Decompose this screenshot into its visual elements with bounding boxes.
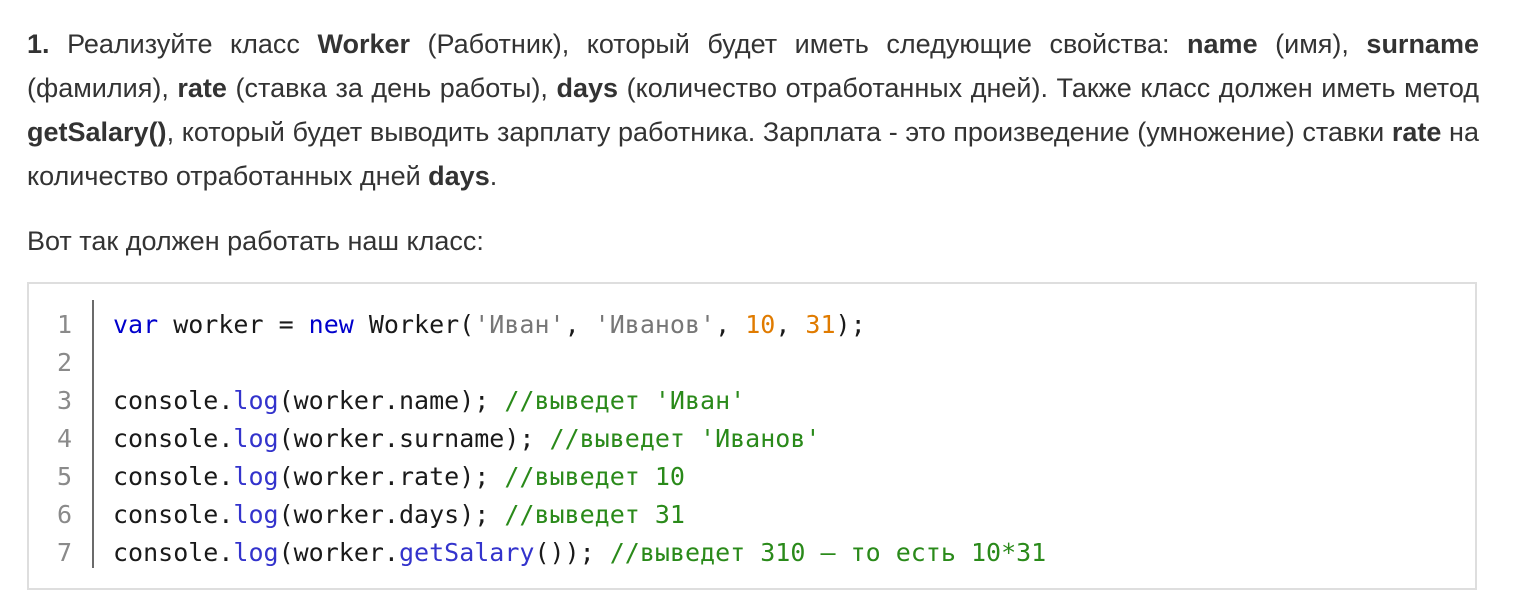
property-days: days — [556, 73, 619, 103]
code-token-pl: Worker( — [353, 310, 475, 339]
code-text: console.log(worker.getSalary()); //вывед… — [92, 534, 1046, 572]
code-token-pl: (worker.name); — [278, 386, 505, 415]
property-surname: surname — [1366, 29, 1479, 59]
code-token-pl: console. — [113, 500, 234, 529]
code-line: 7 console.log(worker.getSalary()); //выве… — [29, 534, 1046, 572]
code-token-fn: getSalary — [399, 538, 535, 567]
code-token-pl: (worker.days); — [278, 500, 505, 529]
property-days-2: days — [428, 161, 490, 191]
code-token-pl: ()); — [534, 538, 610, 567]
code-line: 6 console.log(worker.days); //выведет 31 — [29, 496, 1046, 534]
code-token-str: 'Иван' — [474, 310, 565, 339]
task-text-2: (Работник), который будет иметь следующи… — [410, 29, 1188, 59]
code-token-pl: worker = — [158, 310, 309, 339]
code-text: var worker = new Worker('Иван', 'Иванов'… — [92, 306, 866, 344]
code-lines: 1 var worker = new Worker('Иван', 'Иванов… — [29, 306, 1046, 572]
task-paragraph: 1. Реализуйте класс Worker (Работник), к… — [27, 22, 1479, 198]
code-token-pl: console. — [113, 462, 234, 491]
task-text-6: (количество отработанных дней). Также кл… — [618, 73, 1479, 103]
code-text: console.log(worker.surname); //выведет '… — [92, 420, 820, 458]
property-rate-2: rate — [1391, 117, 1442, 147]
task-text-1: Реализуйте класс — [49, 29, 318, 59]
task-text-5: (ставка за день работы), — [226, 73, 557, 103]
line-number: 5 — [56, 462, 72, 491]
code-text: console.log(worker.name); //выведет 'Ива… — [92, 382, 745, 420]
class-name-worker: Worker — [317, 29, 411, 59]
code-token-pl: ); — [835, 310, 866, 339]
line-number: 3 — [56, 386, 72, 415]
code-line: 4 console.log(worker.surname); //выведет … — [29, 420, 1046, 458]
task-text-9: . — [489, 161, 498, 191]
code-token-pl: (worker. — [278, 538, 399, 567]
code-token-pl: , — [564, 310, 595, 339]
code-token-str: 'Иванов' — [594, 310, 716, 339]
code-token-kw: new — [308, 310, 354, 339]
code-block: 1 var worker = new Worker('Иван', 'Иванов… — [27, 282, 1477, 590]
code-token-fn: log — [233, 462, 279, 491]
code-intro-text: Вот так должен работать наш класс: — [27, 226, 484, 256]
code-token-cm: //выведет 310 — то есть 10*31 — [609, 538, 1047, 567]
code-token-fn: log — [233, 424, 279, 453]
code-token-pl: console. — [113, 424, 234, 453]
code-token-cm: //выведет 10 — [504, 462, 685, 491]
code-token-pl: (worker.surname); — [278, 424, 550, 453]
code-token-pl: , — [715, 310, 746, 339]
task-number: 1. — [27, 29, 50, 59]
code-token-fn: log — [233, 386, 279, 415]
code-token-pl: console. — [113, 386, 234, 415]
line-number: 1 — [56, 310, 72, 339]
task-text-7: , который будет выводить зарплату работн… — [166, 117, 1392, 147]
code-token-fn: log — [233, 538, 279, 567]
property-name: name — [1187, 29, 1258, 59]
code-token-fn: log — [233, 500, 279, 529]
task-section: 1. Реализуйте класс Worker (Работник), к… — [27, 22, 1479, 263]
line-number: 2 — [56, 348, 72, 377]
code-token-num: 31 — [805, 310, 836, 339]
method-getsalary: getSalary() — [27, 117, 167, 147]
line-number: 4 — [56, 424, 72, 453]
code-line: 2 — [29, 344, 1046, 382]
code-token-num: 10 — [745, 310, 776, 339]
code-token-pl: console. — [113, 538, 234, 567]
code-line: 3 console.log(worker.name); //выведет 'Ив… — [29, 382, 1046, 420]
code-token-pl: , — [775, 310, 806, 339]
code-line: 1 var worker = new Worker('Иван', 'Иванов… — [29, 306, 1046, 344]
property-rate: rate — [177, 73, 227, 103]
code-line: 5 console.log(worker.rate); //выведет 10 — [29, 458, 1046, 496]
code-token-cm: //выведет 'Иванов' — [549, 424, 821, 453]
code-text: console.log(worker.days); //выведет 31 — [92, 496, 685, 534]
code-text: console.log(worker.rate); //выведет 10 — [92, 458, 685, 496]
code-token-kw: var — [113, 310, 159, 339]
line-number: 6 — [56, 500, 72, 529]
task-text-4: (фамилия), — [27, 73, 178, 103]
code-token-cm: //выведет 'Иван' — [504, 386, 746, 415]
task-text-3: (имя), — [1257, 29, 1367, 59]
line-number: 7 — [56, 538, 72, 567]
code-token-cm: //выведет 31 — [504, 500, 685, 529]
code-token-pl: (worker.rate); — [278, 462, 505, 491]
